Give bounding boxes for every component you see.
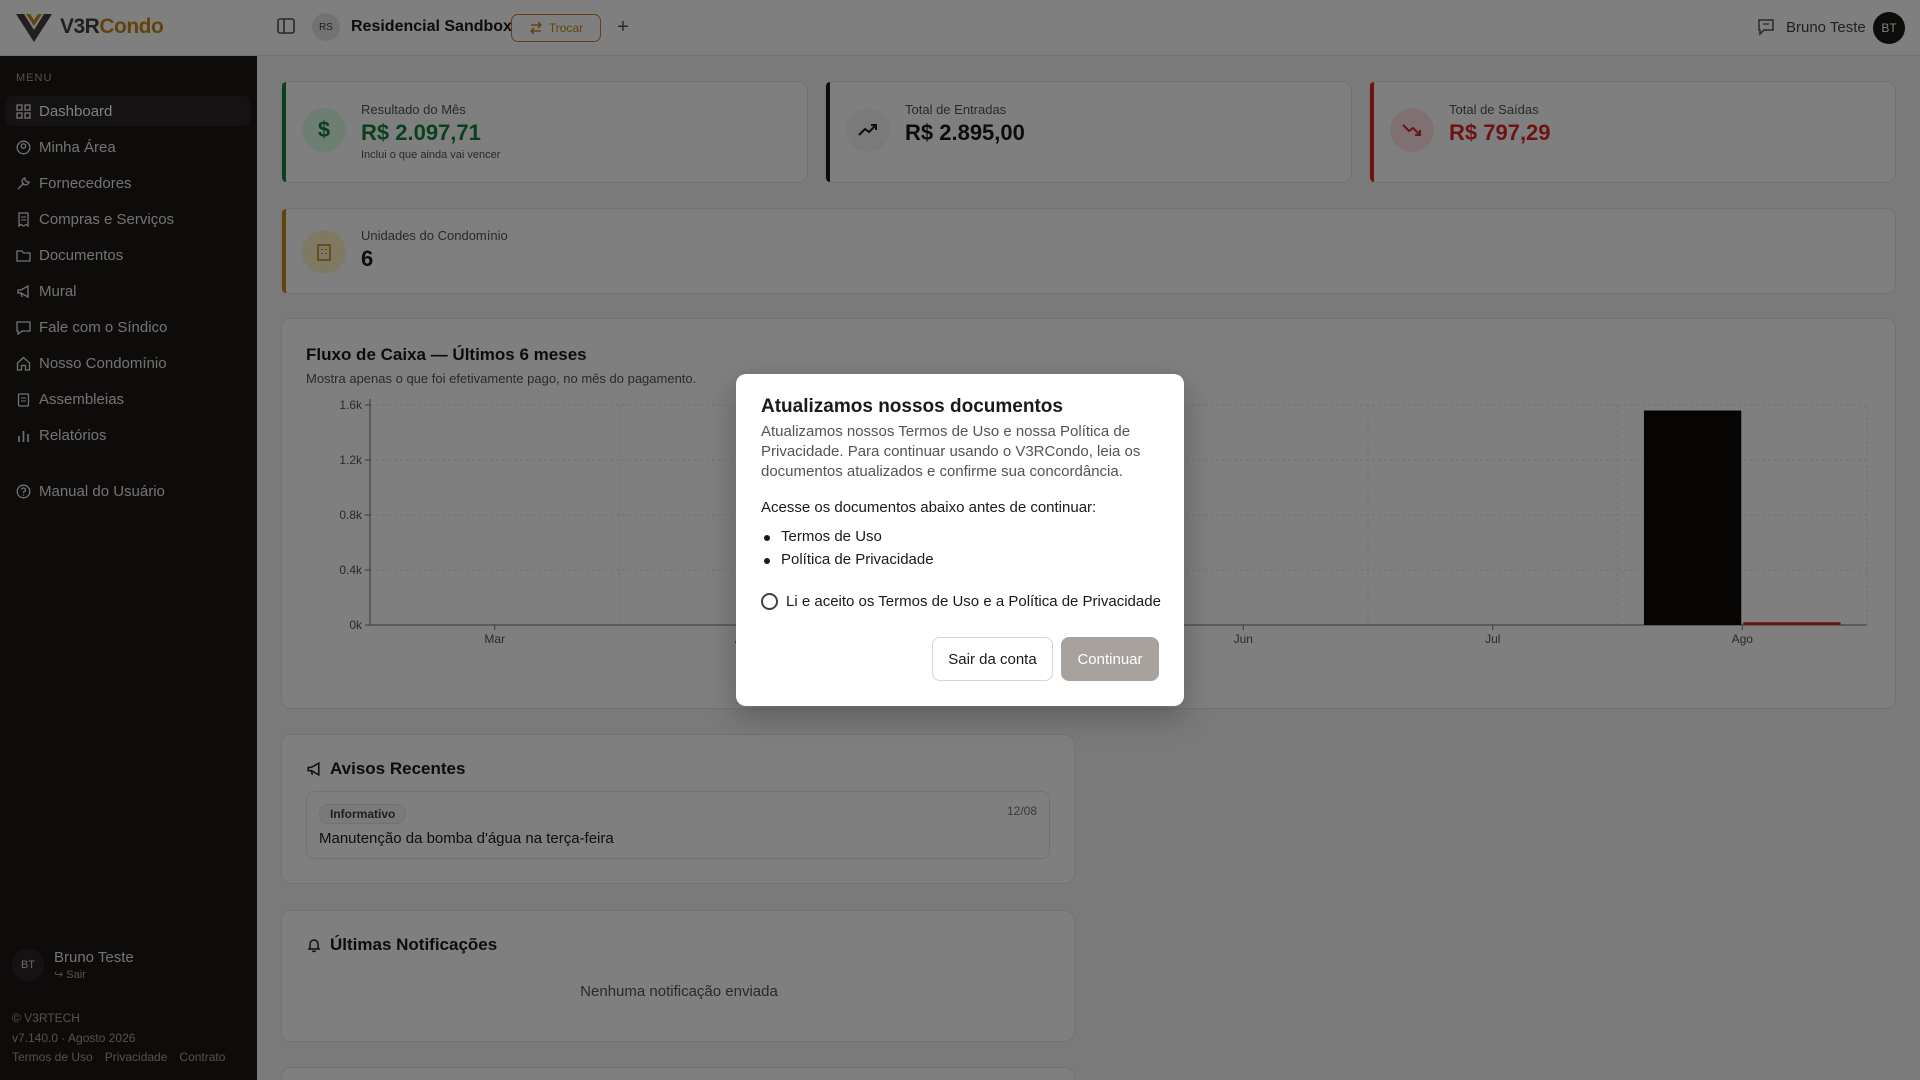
- accept-terms-checkbox[interactable]: Li e aceito os Termos de Uso e a Polític…: [761, 593, 1161, 610]
- modal-title: Atualizamos nossos documentos: [761, 396, 1063, 417]
- modal-prompt: Acesse os documentos abaixo antes de con…: [761, 499, 1097, 516]
- terms-of-use-link[interactable]: Termos de Uso: [764, 528, 934, 545]
- terms-update-modal: Atualizamos nossos documentos Atualizamo…: [736, 374, 1184, 706]
- logout-button[interactable]: Sair da conta: [932, 637, 1053, 681]
- privacy-policy-link[interactable]: Política de Privacidade: [764, 551, 934, 568]
- accept-terms-label: Li e aceito os Termos de Uso e a Polític…: [786, 593, 1161, 610]
- modal-description: Atualizamos nossos Termos de Uso e nossa…: [761, 423, 1141, 480]
- checkbox-circle-icon[interactable]: [761, 593, 778, 610]
- continue-button[interactable]: Continuar: [1061, 637, 1159, 681]
- documents-list: Termos de Uso Política de Privacidade: [764, 528, 934, 574]
